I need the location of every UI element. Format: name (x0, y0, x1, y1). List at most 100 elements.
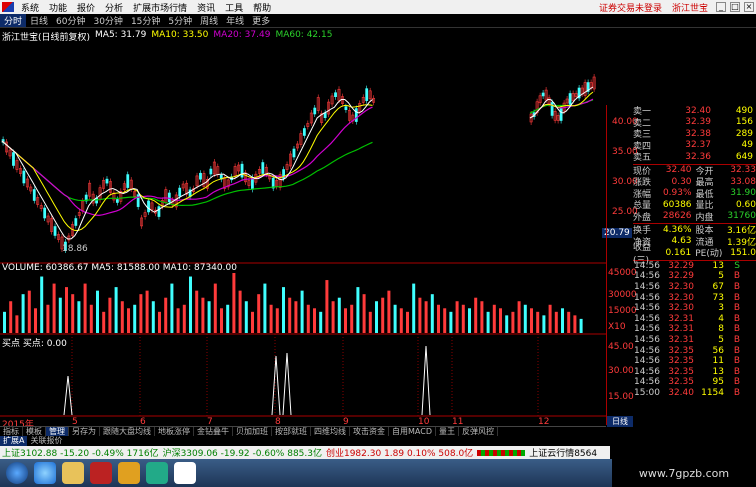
ie-icon[interactable] (34, 462, 56, 484)
indicator-tab[interactable]: 地板涨停 (155, 427, 194, 436)
indicator-tab[interactable]: 模板 (23, 427, 46, 436)
tab-60min[interactable]: 60分钟 (52, 14, 89, 27)
tick-side: B (733, 377, 740, 388)
start-icon[interactable] (6, 462, 28, 484)
volume-bar (480, 301, 484, 333)
volume-bar (319, 311, 323, 333)
tab-30min[interactable]: 30分钟 (89, 14, 126, 27)
tab-weekly[interactable]: 周线 (196, 14, 222, 27)
tick-time: 14:56 (634, 366, 660, 377)
stat-row: 收益(三) 0.161 PE(动) 151.0 (633, 242, 756, 266)
volume-bar (89, 304, 93, 333)
tick-price: 32.30 (668, 292, 694, 303)
volume-bar (176, 308, 180, 333)
volume-bar (120, 301, 124, 333)
volume-bar (288, 297, 292, 333)
volume-header: VOLUME: 60386.67 MA5: 81588.00 MA10: 873… (2, 263, 237, 273)
volume-bar (201, 297, 205, 333)
tab-daily-side[interactable]: 日线 (607, 416, 633, 427)
indicator-tab[interactable]: 自用MACD (389, 427, 436, 436)
indicator-tab[interactable]: 攻击资金 (350, 427, 389, 436)
tab-ext-a[interactable]: 扩展A (0, 436, 28, 446)
minimize-icon[interactable]: _ (716, 2, 726, 12)
maximize-icon[interactable]: □ (730, 2, 740, 12)
sell-level: 卖五 32.36 649 (633, 151, 753, 164)
buy-signal-spike (421, 345, 431, 416)
buy-signal-spike (271, 355, 281, 416)
tick-side: B (733, 356, 740, 367)
indicator-tab[interactable]: 指标 (0, 427, 23, 436)
trading-app-icon[interactable] (174, 462, 196, 484)
volume-bar (21, 294, 25, 333)
volume-bar (344, 308, 347, 333)
tick-price: 32.40 (668, 387, 694, 398)
menu-function[interactable]: 功能 (44, 1, 72, 14)
indicator-tab[interactable]: 按部就班 (272, 427, 311, 436)
volume-bar (77, 301, 81, 333)
menu-news[interactable]: 资讯 (192, 1, 220, 14)
sell-level: 卖四 32.37 49 (633, 140, 753, 152)
tick-side: S (734, 260, 740, 271)
paint-icon[interactable] (146, 462, 168, 484)
menu-analysis[interactable]: 分析 (100, 1, 128, 14)
folder-icon[interactable] (62, 462, 84, 484)
tick-row: 14:56 32.30 73 B (607, 292, 756, 303)
volume-bar (517, 301, 521, 333)
tick-time: 14:56 (634, 356, 660, 367)
tick-price: 32.35 (668, 356, 694, 367)
close-icon[interactable]: × (744, 2, 754, 12)
tab-related-quote[interactable]: 关联报价 (27, 436, 65, 446)
tab-more[interactable]: 更多 (248, 14, 274, 27)
indicator-tabs: 指标 模板 管理 另存为 跟随大盘均线 地板涨停 金钻叠牛 贝加加班 按部就班 四维均线 攻击资金自… (0, 426, 606, 436)
menu-quote[interactable]: 报价 (72, 1, 100, 14)
volume-bar (195, 290, 199, 333)
tab-5min[interactable]: 5分钟 (164, 14, 196, 27)
tick-volume: 11 (712, 356, 724, 367)
volume-bar (139, 294, 143, 333)
kline-chart[interactable] (0, 41, 606, 426)
login-status[interactable]: 证券交易未登录 (595, 1, 666, 14)
tick-price: 32.31 (668, 313, 694, 324)
indicator-tab[interactable]: 另存为 (69, 427, 100, 436)
stock-name-title: 浙江世宝 (671, 3, 708, 14)
indicator-tab[interactable]: 管理 (46, 427, 69, 436)
menu-help[interactable]: 帮助 (248, 1, 276, 14)
menu-extended-market[interactable]: 扩展市场行情 (128, 1, 192, 14)
volume-bar (561, 308, 564, 333)
volume-bar (443, 308, 447, 333)
ma5-value: MA5: 31.79 (95, 30, 147, 40)
tick-side: B (733, 271, 740, 282)
volume-bar (108, 297, 112, 333)
app-icon[interactable] (90, 462, 112, 484)
indicator-tab[interactable]: 反弹风控 (459, 427, 498, 436)
tab-15min[interactable]: 15分钟 (127, 14, 164, 27)
volume-bar (244, 301, 248, 333)
indicator-tab[interactable]: 跟随大盘均线 (100, 427, 155, 436)
menu-tools[interactable]: 工具 (220, 1, 248, 14)
indicator-tab[interactable]: 四维均线 (311, 427, 350, 436)
cy-index: 创业1982.30 1.89 0.10% 508.0亿 (325, 449, 474, 459)
tick-volume: 13 (712, 366, 724, 377)
volume-bar (207, 301, 211, 333)
indicator-tab[interactable]: 金钻叠牛 (194, 427, 233, 436)
tab-daily[interactable]: 日线 (26, 14, 52, 27)
volume-bar (368, 311, 372, 333)
volume-bar (430, 294, 434, 333)
volume-bar (337, 297, 341, 333)
volume-bar (306, 304, 310, 333)
menu-system[interactable]: 系统 (16, 1, 44, 14)
tick-time: 14:56 (634, 324, 660, 335)
chart-stock-title: 浙江世宝(日线前复权) (2, 33, 91, 43)
indicator-tab[interactable]: 量王 (436, 427, 459, 436)
pen-icon[interactable] (118, 462, 140, 484)
indicator-tab[interactable]: 贝加加班 (233, 427, 272, 436)
tick-list[interactable]: 14:56 32.29 13 S 14:56 32.29 5 B 14:56 32.30 67 B 14… (607, 261, 756, 399)
tab-yearly[interactable]: 年线 (222, 14, 248, 27)
volume-bar (406, 311, 409, 333)
ma20-value: MA20: 37.49 (213, 30, 271, 40)
volume-bar (511, 311, 515, 333)
stat-row: 涨跌 0.30 最高 33.08 (633, 176, 756, 189)
tab-intraday[interactable]: 分时 (0, 14, 27, 27)
watermark: www.7gpzb.com (612, 459, 756, 487)
tick-price: 32.31 (668, 324, 694, 335)
